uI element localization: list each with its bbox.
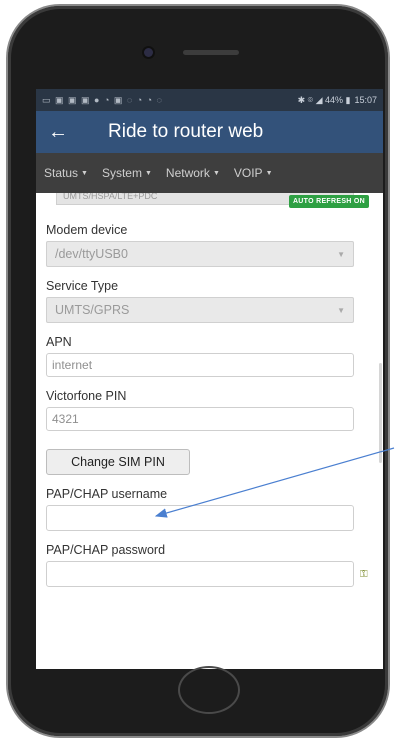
auto-refresh-badge[interactable]: AUTO REFRESH ON xyxy=(288,195,369,208)
modem-device-value: /dev/ttyUSB0 xyxy=(55,247,128,261)
refresh-bar: UMTS/HSPA/LTE+PDC AUTO REFRESH ON xyxy=(46,193,373,215)
change-sim-pin-button[interactable]: Change SIM PIN xyxy=(46,449,190,475)
service-type-label: Service Type xyxy=(46,279,119,293)
username-label: PAP/CHAP username xyxy=(46,487,168,501)
app-title: Ride to router web xyxy=(108,121,264,142)
nav-voip-label: VOIP xyxy=(233,166,263,180)
key-icon[interactable]: ⚿ xyxy=(360,569,368,580)
notification-icons: ▭ ▣ ▣ ▣ ● ◔ ▣ ◌ ◔ ◔ ◌ xyxy=(42,94,163,105)
nav-network[interactable]: Network ▼ xyxy=(166,166,220,180)
speaker-grille xyxy=(183,50,239,55)
password-input[interactable] xyxy=(46,561,354,587)
apn-input[interactable]: internet xyxy=(46,353,354,377)
nav-network-label: Network xyxy=(165,166,210,180)
service-type-select[interactable]: UMTS/GPRS ▼ xyxy=(46,297,354,323)
chevron-down-icon: ▼ xyxy=(337,305,345,315)
nav-status[interactable]: Status ▼ xyxy=(44,166,88,180)
phone-screen: ▭ ▣ ▣ ▣ ● ◔ ▣ ◌ ◔ ◔ ◌ ✱ ⌾ ◢ 44% ▮ 15:07 … xyxy=(36,89,383,669)
caret-down-icon: ▼ xyxy=(144,170,152,178)
pin-input[interactable]: 4321 xyxy=(46,407,354,431)
chevron-down-icon: ▼ xyxy=(337,249,345,259)
status-time: 15:07 xyxy=(354,95,377,105)
pin-label: Victorfone PIN xyxy=(46,389,127,403)
service-type-value: UMTS/GPRS xyxy=(55,303,130,317)
back-arrow-icon[interactable]: ← xyxy=(48,121,82,144)
nav-voip[interactable]: VOIP ▼ xyxy=(234,166,273,180)
app-bar: ← Ride to router web xyxy=(36,111,383,153)
signal-battery-icons: ✱ ⌾ ◢ 44% ▮ xyxy=(297,94,351,105)
nav-system-label: System xyxy=(101,166,142,180)
caret-down-icon: ▼ xyxy=(81,170,88,178)
front-camera xyxy=(144,48,153,57)
home-button[interactable] xyxy=(178,666,240,714)
password-label: PAP/CHAP password xyxy=(46,543,166,557)
nav-system[interactable]: System ▼ xyxy=(102,166,152,180)
username-input[interactable] xyxy=(46,505,354,531)
android-status-bar: ▭ ▣ ▣ ▣ ● ◔ ▣ ◌ ◔ ◔ ◌ ✱ ⌾ ◢ 44% ▮ 15:07 xyxy=(36,89,383,111)
scrollbar[interactable] xyxy=(379,363,382,463)
settings-form: UMTS/HSPA/LTE+PDC AUTO REFRESH ON Modem … xyxy=(36,193,383,587)
caret-down-icon: ▼ xyxy=(212,170,220,178)
router-nav-menu: Status ▼ System ▼ Network ▼ VOIP ▼ xyxy=(36,153,383,193)
status-right: ✱ ⌾ ◢ 44% ▮ 15:07 xyxy=(298,95,377,106)
modem-device-select[interactable]: /dev/ttyUSB0 ▼ xyxy=(46,241,354,267)
phone-frame: ▭ ▣ ▣ ▣ ● ◔ ▣ ◌ ◔ ◔ ◌ ✱ ⌾ ◢ 44% ▮ 15:07 … xyxy=(8,6,388,736)
apn-label: APN xyxy=(46,335,72,349)
nav-status-label: Status xyxy=(44,166,79,180)
password-row: ⚿ xyxy=(46,561,373,587)
caret-down-icon: ▼ xyxy=(265,170,273,178)
modem-device-label: Modem device xyxy=(46,223,128,237)
